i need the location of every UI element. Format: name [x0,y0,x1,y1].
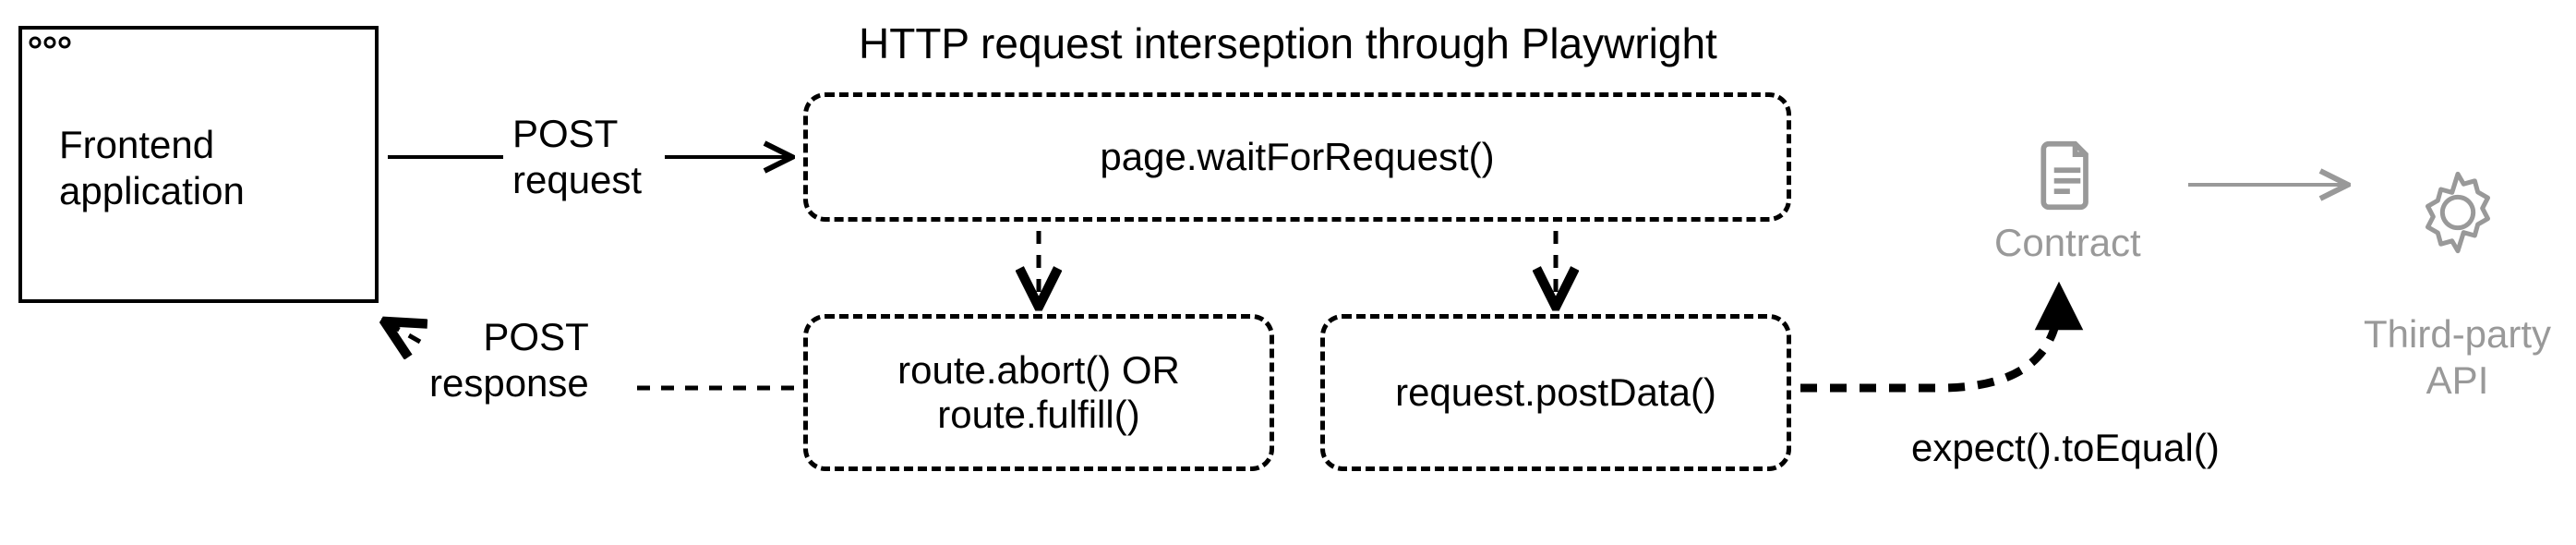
post-data-label: request.postData() [1395,370,1716,415]
post-response-label: POST response [429,314,589,407]
third-party-api-node: Third-party API [2364,120,2551,405]
post-request-label: POST request [512,111,642,204]
contract-node: Contract [1994,139,2141,266]
gear-icon [2412,166,2504,259]
contract-label: Contract [1994,221,2141,264]
arrow-expect-to-contract [1800,286,2059,388]
diagram-title: HTTP request interseption through Playwr… [859,18,1717,69]
third-party-label: Third-party API [2364,312,2551,402]
expect-label: expect().toEqual() [1911,425,2220,471]
abort-fulfill-box: route.abort() OR route.fulfill() [803,314,1274,471]
abort-fulfill-label: route.abort() OR route.fulfill() [897,348,1180,437]
window-dots-icon [28,35,83,54]
wait-for-request-box: page.waitForRequest() [803,92,1791,222]
wait-for-request-label: page.waitForRequest() [1100,135,1494,179]
frontend-app-window: Frontend application [18,26,379,303]
post-data-box: request.postData() [1320,314,1791,471]
frontend-app-label: Frontend application [59,122,245,215]
document-icon [2035,139,2100,212]
